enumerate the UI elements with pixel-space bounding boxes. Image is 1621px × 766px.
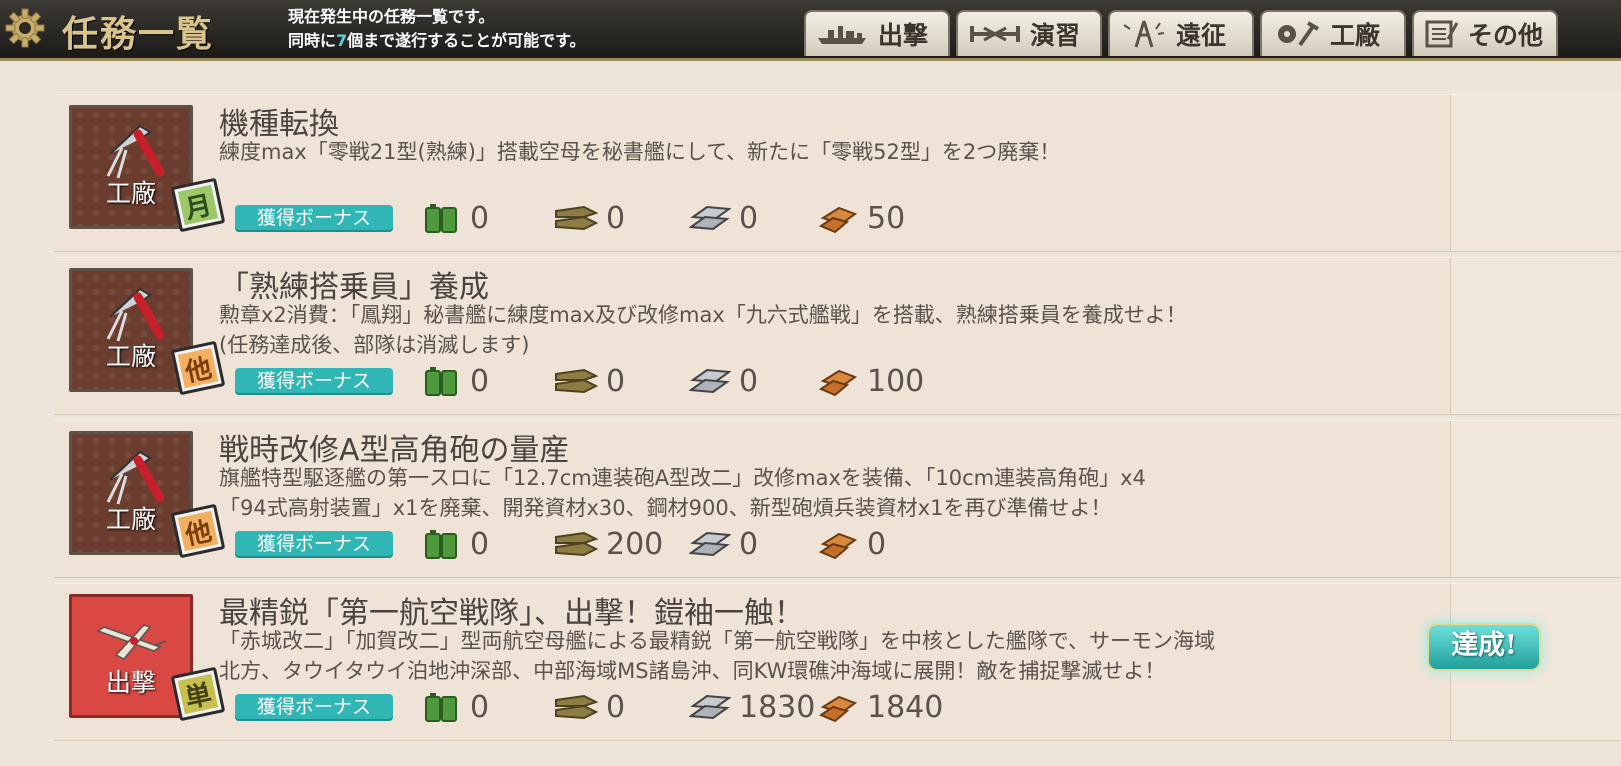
tab-practice[interactable]: 演習: [956, 10, 1102, 56]
bonus-label: 獲得ボーナス: [235, 368, 393, 395]
reward-steel: 1830: [689, 687, 815, 727]
category-badge-arsenal: 工廠: [69, 431, 193, 555]
frequency-badge-other: 他: [170, 503, 226, 559]
airplane-icon: [96, 624, 167, 660]
hammer-icon: [106, 124, 165, 179]
expedition-icon: [1123, 20, 1165, 48]
hammer-icon: [106, 450, 165, 505]
fuel-icon: [425, 204, 457, 233]
frequency-badge-single: 単: [170, 666, 226, 722]
reward-ammo: 0: [554, 361, 625, 401]
ammo-icon: [555, 205, 598, 231]
steel-icon: [689, 368, 731, 394]
quest-description: 練度max「零戦21型(熟練)」搭載空母を秘書艦にして、新たに「零戦52型」を2…: [219, 140, 1061, 164]
reward-bauxite: 100: [819, 361, 924, 401]
tab-expedition-label: 遠征: [1176, 21, 1227, 50]
tab-expedition[interactable]: 遠征: [1108, 10, 1254, 56]
reward-bauxite: 50: [819, 198, 905, 238]
quest-status-area: [1450, 421, 1621, 577]
reward-fuel: 0: [424, 198, 489, 238]
tab-sortie-label: 出撃: [878, 21, 929, 50]
header-desc-line1: 現在発生中の任務一覧です。: [288, 7, 495, 26]
header-bar: 任務一覧 現在発生中の任務一覧です。 同時に7個まで遂行することが可能です。 出…: [0, 0, 1621, 61]
reward-fuel: 0: [424, 687, 489, 727]
reward-fuel: 0: [424, 524, 489, 564]
tab-arsenal-label: 工廠: [1330, 21, 1381, 50]
header-desc-line2: 同時に7個まで遂行することが可能です。: [288, 31, 586, 50]
bauxite-icon: [819, 532, 858, 560]
bauxite-icon: [819, 206, 858, 234]
ammo-icon: [555, 368, 598, 394]
category-badge-arsenal: 工廠: [69, 268, 193, 392]
quest-row[interactable]: 工廠 他 「熟練搭乗員」養成 勲章x2消費：「鳳翔」秘書艦に練度max及び改修m…: [54, 257, 1621, 415]
reward-steel: 0: [689, 524, 758, 564]
reward-ammo: 200: [554, 524, 663, 564]
ammo-icon: [555, 694, 598, 720]
bonus-label: 獲得ボーナス: [235, 694, 393, 721]
quest-description: 「赤城改二」「加賀改二」型両航空母艦による最精鋭「第一航空戦隊」を中核とした艦隊…: [219, 629, 1216, 683]
hammer-icon: [106, 287, 165, 342]
tab-arsenal[interactable]: 工廠: [1260, 10, 1406, 56]
tab-other-label: その他: [1468, 21, 1544, 50]
complete-badge[interactable]: 達成!: [1427, 623, 1541, 671]
fleet-icon: [818, 26, 866, 44]
ammo-icon: [555, 531, 598, 557]
steel-icon: [689, 694, 731, 720]
quest-row[interactable]: 工廠 他 戦時改修A型高角砲の量産 旗艦特型駆逐艦の第一スロに「12.7cm連装…: [54, 420, 1621, 578]
reward-fuel: 0: [424, 361, 489, 401]
quest-description: 旗艦特型駆逐艦の第一スロに「12.7cm連装砲A型改二」改修maxを装備、「10…: [219, 466, 1146, 520]
reward-steel: 0: [689, 361, 758, 401]
reward-ammo: 0: [554, 687, 625, 727]
reward-bauxite: 1840: [819, 687, 943, 727]
reward-ammo: 0: [554, 198, 625, 238]
practice-icon: [970, 26, 1020, 42]
quest-row[interactable]: 出撃 単 最精鋭「第一航空戦隊」、出撃！鎧袖一触！ 「赤城改二」「加賀改二」型両…: [54, 583, 1621, 741]
steel-icon: [689, 531, 731, 557]
bonus-label: 獲得ボーナス: [235, 531, 393, 558]
tab-other[interactable]: その他: [1412, 10, 1558, 56]
quest-status-area: [1450, 95, 1621, 251]
quest-status-area: [1450, 258, 1621, 414]
fuel-icon: [425, 530, 457, 559]
fuel-icon: [425, 693, 457, 722]
fuel-icon: [425, 367, 457, 396]
steel-icon: [689, 205, 731, 231]
reward-steel: 0: [689, 198, 758, 238]
category-badge-arsenal: 工廠: [69, 105, 193, 229]
quest-row[interactable]: 工廠 月 機種転換 練度max「零戦21型(熟練)」搭載空母を秘書艦にして、新た…: [54, 94, 1621, 252]
tab-practice-label: 演習: [1030, 21, 1081, 50]
frequency-badge-monthly: 月: [170, 177, 226, 233]
category-badge-sortie: 出撃: [69, 594, 193, 718]
bauxite-icon: [819, 369, 858, 397]
tab-sortie[interactable]: 出撃: [804, 10, 950, 56]
reward-bauxite: 0: [819, 524, 886, 564]
page-title: 任務一覧: [62, 13, 215, 55]
bauxite-icon: [819, 695, 858, 723]
notebook-icon: [1425, 20, 1459, 48]
frequency-badge-other: 他: [170, 340, 226, 396]
arsenal-icon: [1278, 21, 1320, 47]
bonus-label: 獲得ボーナス: [235, 205, 393, 232]
gear-icon: [5, 8, 45, 48]
quest-description: 勲章x2消費：「鳳翔」秘書艦に練度max及び改修max「九六式艦戦」を搭載、熟練…: [219, 303, 1187, 357]
header-description: 現在発生中の任務一覧です。 同時に7個まで遂行することが可能です。: [288, 5, 586, 53]
